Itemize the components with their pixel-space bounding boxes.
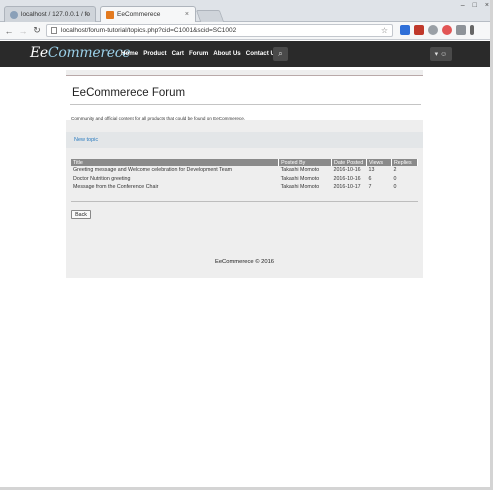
new-tab-button[interactable] xyxy=(195,10,225,22)
title-divider xyxy=(70,104,421,105)
topic-title[interactable]: Greeting message and Welcome celebration… xyxy=(71,166,279,175)
tab-label: localhost / 127.0.0.1 / fo xyxy=(21,11,91,18)
page-info-icon[interactable] xyxy=(51,27,57,34)
topic-date: 2016-10-17 xyxy=(333,184,361,191)
table-row[interactable]: Greeting message and Welcome celebration… xyxy=(71,166,418,175)
extension-icons xyxy=(400,25,474,35)
search-icon[interactable]: ⌕ xyxy=(273,47,288,61)
back-arrow-icon[interactable]: ← xyxy=(4,25,14,37)
browser-tab-phpmyadmin[interactable]: localhost / 127.0.0.1 / fo × xyxy=(4,6,96,22)
new-topic-bar xyxy=(66,132,423,148)
column-header-title: Title xyxy=(71,159,280,166)
column-header-date-posted: Date Posted xyxy=(331,159,367,166)
topic-title[interactable]: Message from the Conference Chair xyxy=(71,183,279,192)
main-nav: Home Product Cart Forum About Us Contact… xyxy=(121,50,278,57)
globe-icon xyxy=(10,11,18,19)
table-divider xyxy=(71,201,418,202)
topic-views: 13 xyxy=(368,167,375,174)
maximize-icon[interactable]: □ xyxy=(473,2,477,9)
topic-date: 2016-10-16 xyxy=(333,167,361,174)
site-favicon-icon xyxy=(106,11,114,19)
browser-tab-eecommerece[interactable]: EeCommerece × xyxy=(100,6,196,22)
avatar-icon: ☺ xyxy=(440,50,448,58)
browser-toolbar: ← → ↻ localhost/forum-tutorial/topics.ph… xyxy=(0,22,493,40)
topic-views: 7 xyxy=(368,184,372,191)
topic-views: 6 xyxy=(368,175,372,182)
extension-icon[interactable] xyxy=(428,25,438,35)
extension-icon[interactable] xyxy=(414,25,424,35)
nav-cart[interactable]: Cart xyxy=(172,50,184,57)
column-header-posted-by: Posted By xyxy=(278,159,333,166)
topic-date: 2016-10-16 xyxy=(333,175,361,182)
page-title: EeCommerece Forum xyxy=(72,87,186,99)
topic-author: Takashi Momoto xyxy=(280,184,320,191)
address-text: localhost/forum-tutorial/topics.php?cid=… xyxy=(61,27,237,34)
topic-title[interactable]: Doctor Nutrition greeting xyxy=(71,175,279,184)
table-row[interactable]: Message from the Conference Chair Takash… xyxy=(71,183,418,192)
topic-author: Takashi Momoto xyxy=(280,175,320,182)
column-header-replies: Replies xyxy=(391,159,419,166)
extension-icon[interactable] xyxy=(400,25,410,35)
new-topic-link[interactable]: New topic xyxy=(74,137,98,143)
logo-prefix: Ee xyxy=(30,45,48,61)
close-tab-icon[interactable]: × xyxy=(185,11,189,18)
window-controls: – □ × xyxy=(461,2,489,9)
logo-suffix: Commerece xyxy=(47,45,131,61)
close-tab-icon[interactable]: × xyxy=(85,11,89,18)
browser-tabstrip: localhost / 127.0.0.1 / fo × EeCommerece… xyxy=(0,0,493,22)
caret-icon: ▾ xyxy=(434,51,439,58)
user-menu-button[interactable]: ▾ ☺ xyxy=(430,47,452,61)
reload-icon[interactable]: ↻ xyxy=(32,25,42,37)
nav-about-us[interactable]: About Us xyxy=(213,50,241,57)
topic-replies: 2 xyxy=(393,167,397,174)
table-row[interactable]: Doctor Nutrition greeting Takashi Momoto… xyxy=(71,175,418,184)
nav-forum[interactable]: Forum xyxy=(189,50,208,57)
topics-table: Title Posted By Date Posted Views Replie… xyxy=(71,159,419,192)
site-logo[interactable]: EeCommerece xyxy=(30,45,131,61)
forward-arrow-icon[interactable]: → xyxy=(18,25,28,37)
topic-replies: 0 xyxy=(393,175,397,182)
tab-label: EeCommerece xyxy=(117,11,161,18)
topic-author: Takashi Momoto xyxy=(280,167,320,174)
minimize-icon[interactable]: – xyxy=(461,2,465,9)
close-window-icon[interactable]: × xyxy=(485,2,489,9)
back-button[interactable]: Back xyxy=(71,210,91,219)
page-footer: EeCommerece © 2016 xyxy=(214,259,275,265)
extension-icon[interactable] xyxy=(442,25,452,35)
column-header-views: Views xyxy=(366,159,392,166)
extension-icon[interactable] xyxy=(456,25,466,35)
address-bar[interactable]: localhost/forum-tutorial/topics.php?cid=… xyxy=(46,24,393,37)
table-header-row: Title Posted By Date Posted Views Replie… xyxy=(71,159,419,166)
forum-description: Community and official content for all p… xyxy=(71,116,246,121)
nav-product[interactable]: Product xyxy=(143,50,166,57)
forum-page: EeCommerece Forum Community and official… xyxy=(66,70,423,278)
nav-home[interactable]: Home xyxy=(121,50,138,57)
site-header: EeCommerece Home Product Cart Forum Abou… xyxy=(0,41,493,67)
menu-icon[interactable] xyxy=(470,25,474,35)
topic-replies: 0 xyxy=(393,184,397,191)
bookmark-star-icon[interactable]: ☆ xyxy=(381,26,388,35)
